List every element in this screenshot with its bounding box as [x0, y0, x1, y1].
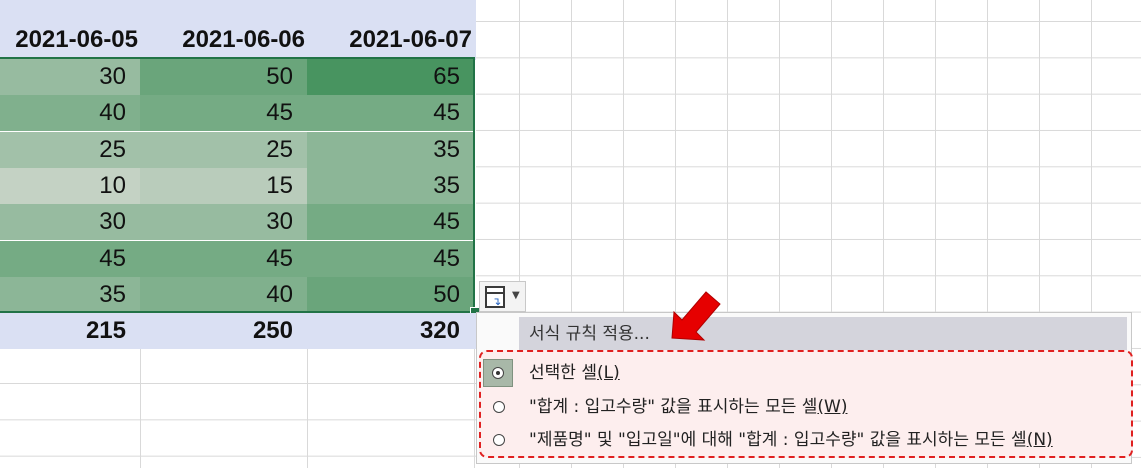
red-arrow-icon	[671, 291, 721, 341]
value-cell[interactable]: 35	[307, 131, 474, 168]
worksheet-grid-lower[interactable]	[0, 348, 476, 468]
value-cell[interactable]: 45	[307, 95, 474, 132]
value-cell[interactable]: 65	[307, 59, 474, 95]
value-cell[interactable]: 10	[0, 167, 140, 204]
value-cell[interactable]: 30	[0, 204, 140, 241]
formatting-options-button[interactable]: ↴ ▼	[479, 281, 526, 312]
value-cell[interactable]: 45	[140, 95, 307, 132]
grand-total-cell[interactable]: 215	[0, 313, 140, 349]
radio-button[interactable]	[489, 397, 509, 417]
option-label: 선택한 셀	[529, 363, 597, 383]
grand-total-cell[interactable]: 320	[307, 313, 474, 349]
value-cell[interactable]: 30	[0, 59, 140, 95]
value-cell[interactable]: 45	[140, 240, 307, 277]
formatting-options-icon: ↴	[485, 286, 505, 308]
option-accelerator: (W)	[817, 397, 848, 417]
option-all-cells-sum[interactable]: "합계 : 입고수량" 값을 표시하는 모든 셀(W)	[489, 390, 1129, 424]
radio-button[interactable]	[489, 430, 509, 450]
value-cell[interactable]: 40	[140, 276, 307, 313]
value-cell[interactable]: 30	[140, 204, 307, 241]
value-cell[interactable]: 25	[140, 131, 307, 168]
column-header-date[interactable]: 2021-06-05	[0, 26, 138, 54]
chevron-down-icon: ▼	[512, 290, 520, 301]
value-cell[interactable]: 35	[307, 167, 474, 204]
value-cell[interactable]: 40	[0, 95, 140, 132]
value-cell[interactable]: 45	[0, 240, 140, 277]
value-cell[interactable]: 45	[307, 240, 474, 277]
grand-total-cell[interactable]: 250	[140, 313, 307, 349]
value-cell[interactable]: 50	[140, 59, 307, 95]
option-label: "제품명" 및 "입고일"에 대해 "합계 : 입고수량" 값을 표시하는 모든…	[529, 430, 1027, 450]
value-cell[interactable]: 50	[307, 276, 474, 313]
option-accelerator: (N)	[1026, 430, 1053, 450]
value-cell[interactable]: 25	[0, 131, 140, 168]
column-header-date[interactable]: 2021-06-06	[138, 26, 305, 54]
value-cell[interactable]: 15	[140, 167, 307, 204]
apply-formatting-rule-header[interactable]: 서식 규칙 적용...	[519, 317, 1127, 351]
option-all-cells-product-date[interactable]: "제품명" 및 "입고일"에 대해 "합계 : 입고수량" 값을 표시하는 모든…	[489, 423, 1129, 457]
option-accelerator: (L)	[596, 363, 620, 383]
column-header-date[interactable]: 2021-06-07	[305, 26, 472, 54]
option-label: "합계 : 입고수량" 값을 표시하는 모든 셀	[529, 397, 818, 417]
option-selected-cells[interactable]: 선택한 셀(L)	[483, 356, 1129, 390]
radio-button[interactable]	[483, 359, 513, 387]
value-cell[interactable]: 35	[0, 276, 140, 313]
value-cell[interactable]: 45	[307, 204, 474, 241]
